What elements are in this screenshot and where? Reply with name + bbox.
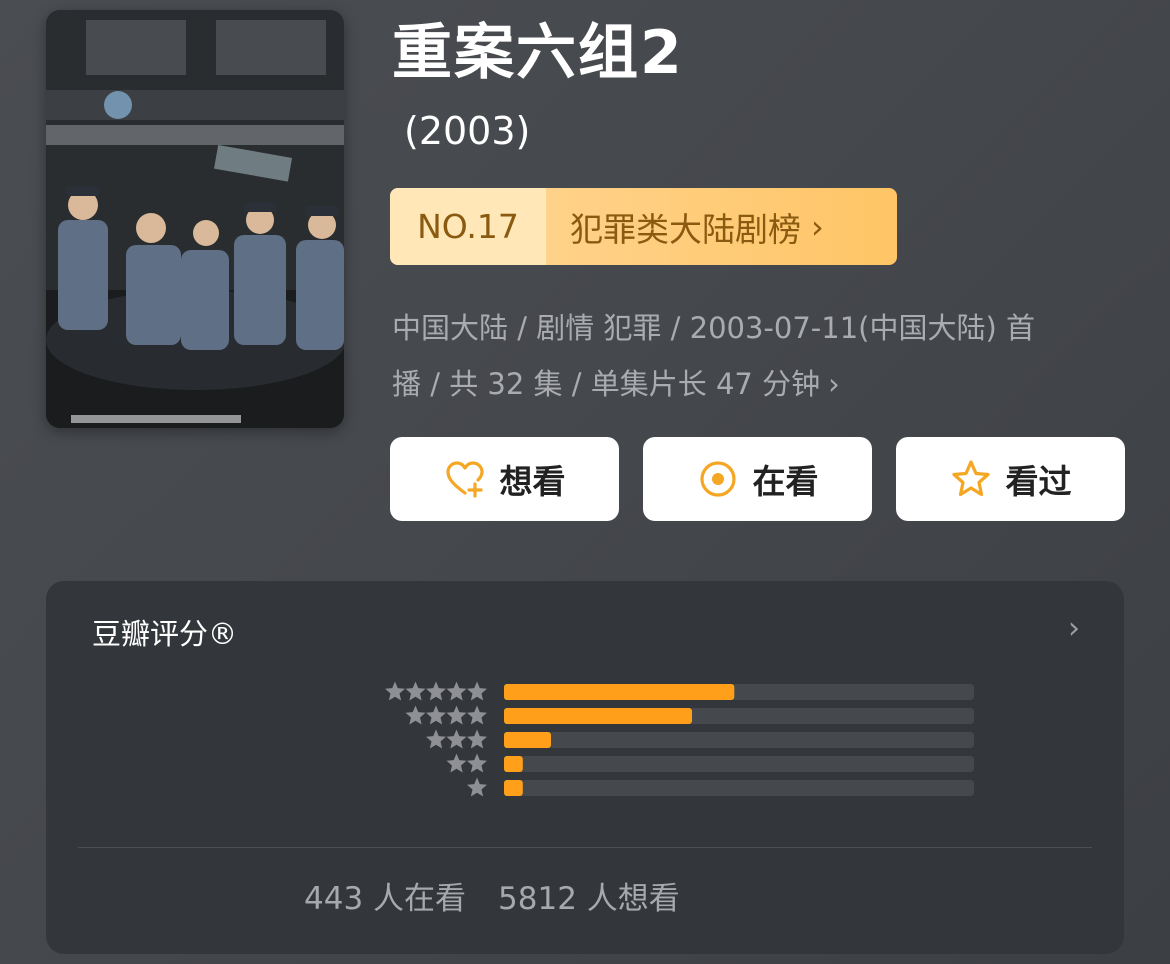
rating-row-2-star <box>446 753 974 773</box>
meta-line-2: 播 / 共 32 集 / 单集片长 47 分钟 › <box>392 356 1112 412</box>
star-icon <box>446 729 467 749</box>
rating-row-5-star <box>385 681 974 701</box>
show-meta[interactable]: 中国大陆 / 剧情 犯罪 / 2003-07-11(中国大陆) 首 播 / 共 … <box>392 300 1112 412</box>
star-icon <box>446 753 467 773</box>
star-icon <box>426 705 446 725</box>
rating-bar-fill <box>504 732 551 748</box>
want-count: 5812 人想看 <box>498 881 680 917</box>
rating-bar-fill <box>504 780 523 796</box>
target-circle-icon <box>697 458 739 500</box>
want-to-watch-button[interactable]: 想看 <box>390 437 619 521</box>
star-icon <box>467 705 487 725</box>
watching-button[interactable]: 在看 <box>643 437 872 521</box>
star-icon <box>467 729 487 749</box>
star-icon <box>446 705 467 725</box>
star-icon <box>446 681 467 701</box>
poster-artwork <box>46 10 344 428</box>
watching-label: 在看 <box>752 462 819 501</box>
show-title: 重案六组2 <box>392 18 684 88</box>
ranking-category: 犯罪类大陆剧榜 › <box>546 188 897 265</box>
star-icon <box>385 681 405 701</box>
meta-line-2-text: 播 / 共 32 集 / 单集片长 47 分钟 <box>392 367 821 401</box>
star-icon <box>426 681 446 701</box>
rating-bar-fill <box>504 708 692 724</box>
chevron-right-icon: › <box>828 367 840 401</box>
star-icon <box>426 729 446 749</box>
watched-label: 看过 <box>1005 462 1072 501</box>
watched-button[interactable]: 看过 <box>896 437 1125 521</box>
ranking-category-label: 犯罪类大陆剧榜 <box>570 209 801 249</box>
rating-row-3-star <box>426 729 974 749</box>
star-icon <box>467 753 487 773</box>
star-outline-icon <box>950 458 992 500</box>
want-to-watch-label: 想看 <box>499 462 566 501</box>
watching-count: 443 人在看 <box>304 881 467 917</box>
rating-card[interactable]: 豆瓣评分® › 443 人在看 5812 人想看 <box>46 581 1124 954</box>
rating-row-4-star <box>405 705 974 725</box>
heart-plus-icon <box>444 458 486 500</box>
rating-bar-track <box>504 732 974 748</box>
chevron-right-icon: › <box>811 207 824 246</box>
ranking-badge[interactable]: NO.17 犯罪类大陆剧榜 › <box>390 188 897 265</box>
meta-line-1: 中国大陆 / 剧情 犯罪 / 2003-07-11(中国大陆) 首 <box>392 311 1036 345</box>
audience-counts: 443 人在看 5812 人想看 <box>304 873 680 918</box>
star-icon <box>405 705 426 725</box>
rating-distribution <box>385 681 974 797</box>
star-icon <box>405 681 426 701</box>
rating-bar-fill <box>504 684 735 700</box>
star-icon <box>467 681 487 701</box>
poster-image[interactable] <box>46 10 344 428</box>
star-icon <box>467 777 487 797</box>
ranking-number: NO.17 <box>390 188 546 265</box>
rating-bar-track <box>504 756 974 772</box>
show-year: (2003) <box>404 109 531 153</box>
rating-bar-track <box>504 780 974 796</box>
rating-bar-fill <box>504 756 523 772</box>
rating-row-1-star <box>467 777 974 797</box>
divider <box>78 847 1092 848</box>
